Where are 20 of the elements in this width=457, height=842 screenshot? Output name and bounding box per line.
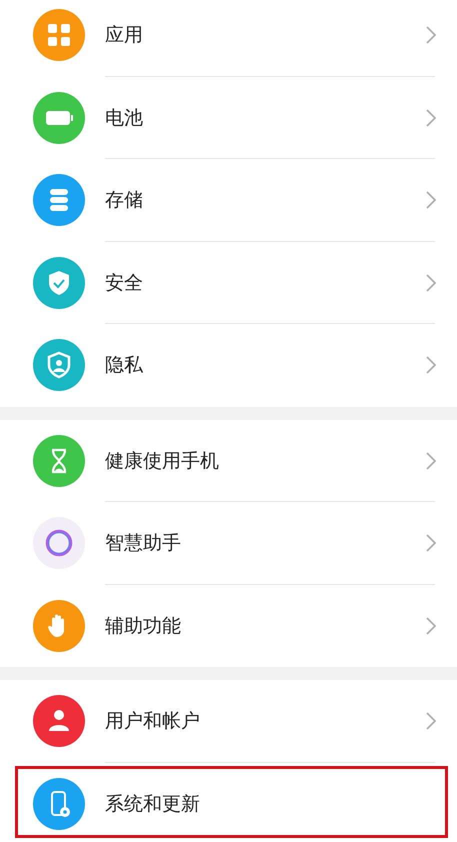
settings-item[interactable]: 存储	[0, 159, 457, 242]
settings-item[interactable]: 辅助功能	[0, 584, 457, 667]
settings-item[interactable]: 安全	[0, 242, 457, 324]
item-label: 系统和更新	[105, 792, 201, 816]
item-label: 应用	[105, 23, 144, 48]
item-label: 辅助功能	[105, 614, 182, 638]
settings-item[interactable]: 应用	[0, 0, 457, 76]
item-label: 电池	[105, 106, 144, 130]
settings-item[interactable]: 隐私	[0, 324, 457, 406]
item-label: 存储	[105, 188, 144, 213]
item-label: 智慧助手	[105, 531, 182, 556]
settings-item[interactable]: 用户和帐户	[0, 680, 457, 762]
item-label: 隐私	[105, 353, 144, 378]
settings-item[interactable]: 系统和更新	[0, 762, 457, 842]
settings-item[interactable]: 电池	[0, 76, 457, 159]
item-label: 安全	[105, 270, 144, 296]
item-label: 健康使用手机	[105, 448, 220, 474]
settings-item[interactable]: 智慧助手	[0, 502, 457, 584]
settings-item[interactable]: 健康使用手机	[0, 420, 457, 502]
item-label: 用户和帐户	[105, 709, 201, 734]
